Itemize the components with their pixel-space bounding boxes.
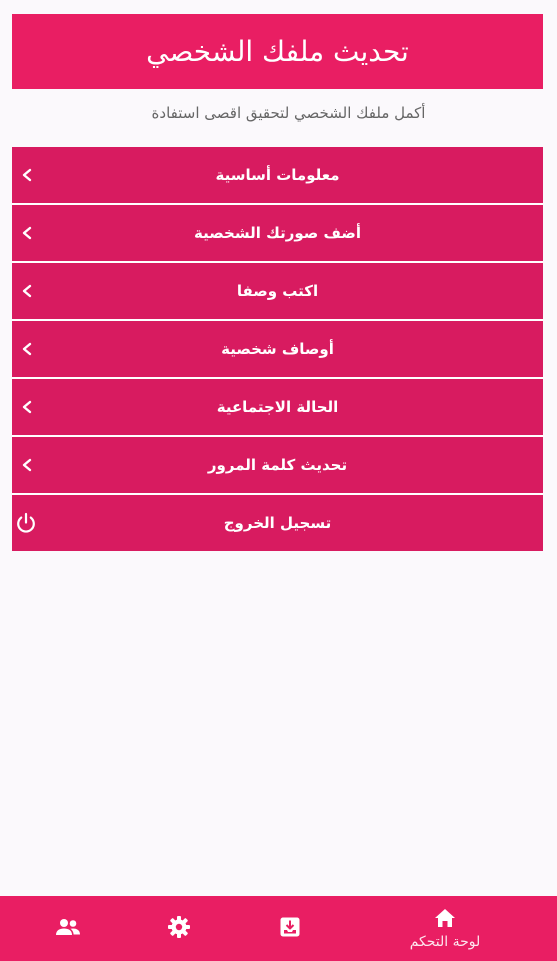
menu-item-label: الحالة الاجتماعية [216,398,339,416]
menu-item-marital-status[interactable]: الحالة الاجتماعية [12,379,543,437]
menu-item-add-photo[interactable]: أضف صورتك الشخصية [12,205,543,263]
menu-item-label: معلومات أساسية [215,166,340,184]
menu-item-basic-info[interactable]: معلومات أساسية [12,147,543,205]
page-title-bar: تحديث ملفك الشخصي [12,14,543,89]
chevron-left-icon [20,226,34,240]
chevron-left-icon [20,168,34,182]
menu-item-write-description[interactable]: اكتب وصفا [12,263,543,321]
profile-menu: معلومات أساسية أضف صورتك الشخصية اكتب وص… [12,147,543,551]
menu-item-label: تسجيل الخروج [223,514,332,532]
menu-item-label: تحديث كلمة المرور [207,456,348,474]
gear-icon [167,915,191,943]
chevron-left-icon [20,342,34,356]
menu-item-label: أوصاف شخصية [221,340,334,358]
chevron-left-icon [20,458,34,472]
menu-item-update-password[interactable]: تحديث كلمة المرور [12,437,543,495]
chevron-left-icon [20,284,34,298]
home-icon [434,908,456,932]
page-title: تحديث ملفك الشخصي [146,35,409,68]
menu-item-logout[interactable]: تسجيل الخروج [12,495,543,551]
power-icon [14,511,38,535]
menu-item-label: اكتب وصفا [236,282,319,300]
inbox-download-icon [279,916,301,942]
nav-inbox-button[interactable] [265,896,315,961]
page-subtitle: أكمل ملفك الشخصي لتحقيق اقصى استفادة [151,104,426,122]
chevron-left-icon [20,400,34,414]
nav-people-button[interactable] [43,896,93,961]
menu-item-personal-traits[interactable]: أوصاف شخصية [12,321,543,379]
people-icon [55,916,81,942]
nav-dashboard-button[interactable]: لوحة التحكم [392,896,498,961]
nav-dashboard-label: لوحة التحكم [409,933,481,950]
nav-settings-button[interactable] [154,896,204,961]
bottom-navigation: لوحة التحكم [0,896,557,961]
menu-item-label: أضف صورتك الشخصية [194,224,361,242]
